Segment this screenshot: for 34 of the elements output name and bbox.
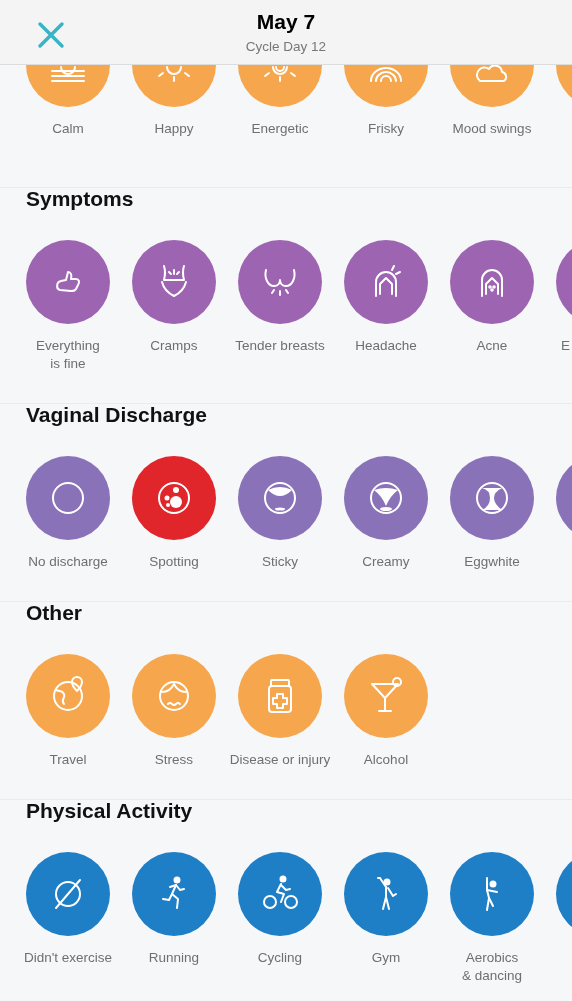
close-icon[interactable] (36, 20, 66, 50)
option-label: Everything is fine (36, 337, 100, 373)
option-label: Stress (154, 751, 194, 769)
option-label: Travel (49, 751, 87, 769)
option-label: Spotting (149, 553, 199, 571)
option-label: Mood swings (452, 120, 532, 138)
option-label: Eggwhite (464, 553, 520, 571)
option-label: Acne (476, 337, 508, 355)
option-label: Sticky (262, 553, 298, 571)
cycle-day-subtitle: Cycle Day 12 (245, 38, 327, 56)
option-label: Aerobics & dancing (461, 949, 522, 985)
section-heading: Physical Activity (26, 798, 193, 824)
option-label: Energetic (251, 120, 309, 138)
option-label: Gym (371, 949, 401, 967)
option-label: Headache (355, 337, 417, 355)
option-label: Creamy (362, 553, 410, 571)
option-label: E (561, 337, 570, 355)
option-label: Alcohol (363, 751, 409, 769)
option-label: Happy (154, 120, 194, 138)
section-heading: Vaginal Discharge (26, 402, 207, 428)
date-title: May 7 (256, 9, 316, 35)
section-heading: Symptoms (26, 186, 134, 212)
option-label: Cycling (257, 949, 303, 967)
option-label: Frisky (368, 120, 404, 138)
option-label: Calm (52, 120, 84, 138)
option-label: Tender breasts (235, 337, 325, 355)
option-label: Cramps (150, 337, 198, 355)
dancer-icon (484, 875, 500, 913)
option-label: Running (148, 949, 200, 967)
option-label: No discharge (28, 553, 108, 571)
section-heading: Other (26, 600, 82, 626)
option-label: Disease or injury (229, 751, 331, 769)
option-label: Didn't exercise (23, 949, 113, 967)
rainbow-icon (367, 65, 405, 83)
